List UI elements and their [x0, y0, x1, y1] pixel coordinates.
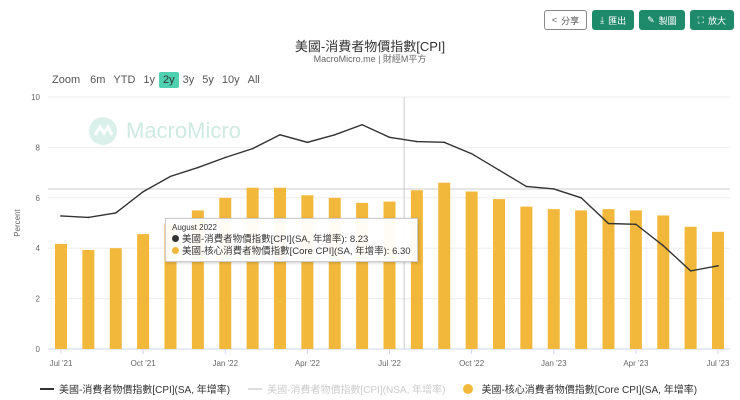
- point-cpi: [361, 123, 363, 126]
- point-cpi: [87, 216, 90, 219]
- tooltip-row-core: 美國-核心消費者物價指數[Core CPI](SA, 年增率): 6.30: [172, 246, 411, 258]
- bar-core-cpi: [547, 209, 560, 349]
- bar-core-cpi: [575, 210, 588, 349]
- legend-item-core-cpi[interactable]: 美國-核心消費者物價指數[Core CPI](SA, 年增率): [463, 381, 697, 396]
- y-tick-label: 8: [36, 143, 41, 152]
- point-cpi: [525, 185, 528, 188]
- bar-core-cpi: [493, 199, 505, 349]
- bar-core-cpi: [629, 210, 642, 349]
- point-cpi: [580, 197, 582, 199]
- point-cpi: [142, 190, 144, 193]
- tooltip-row-cpi: 美國-消費者物價指數[CPI](SA, 年增率): 8.23: [172, 234, 411, 246]
- bar-core-cpi: [602, 209, 615, 349]
- x-tick-label: Jul '23: [707, 359, 730, 368]
- line-icon: [40, 387, 54, 390]
- point-cpi: [169, 175, 172, 178]
- series-dot-icon: [172, 247, 179, 254]
- x-tick-label: Oct '21: [131, 359, 157, 368]
- x-tick-label: Jan '22: [212, 359, 238, 368]
- y-tick-label: 2: [36, 295, 41, 304]
- bar-core-cpi: [137, 234, 150, 349]
- tooltip-date: August 2022: [172, 223, 217, 232]
- line-icon: [248, 387, 263, 390]
- x-tick-label: Jul '21: [50, 359, 73, 368]
- point-cpi: [279, 134, 281, 136]
- bar-core-cpi: [520, 206, 533, 349]
- x-tick-label: Apr '23: [623, 359, 649, 368]
- legend-item-cpi-nsa[interactable]: 美國-消費者物價指數[CPI](NSA, 年增率): [248, 381, 445, 396]
- point-cpi: [498, 169, 500, 171]
- bar-core-cpi: [684, 226, 697, 349]
- y-tick-label: 6: [36, 194, 41, 203]
- bar-core-cpi: [438, 182, 451, 349]
- legend: 美國-消費者物價指數[CPI](SA, 年增率) 美國-消費者物價指數[CPI]…: [40, 381, 697, 396]
- y-tick-label: 10: [31, 93, 40, 102]
- point-cpi: [60, 215, 62, 217]
- bar-core-cpi: [410, 190, 423, 349]
- legend-item-cpi-sa[interactable]: 美國-消費者物價指數[CPI](SA, 年增率): [40, 381, 230, 396]
- circle-icon: [463, 383, 474, 394]
- point-cpi: [416, 140, 418, 143]
- x-tick-label: Oct '22: [459, 359, 485, 368]
- point-cpi: [306, 141, 309, 144]
- point-cpi: [689, 270, 692, 272]
- bar-core-cpi: [82, 249, 95, 349]
- point-cpi: [443, 141, 446, 144]
- x-tick-label: Apr '22: [295, 359, 321, 368]
- x-tick-label: Jul '22: [378, 359, 401, 368]
- y-tick-label: 4: [36, 244, 41, 253]
- x-tick-label: Jan '23: [541, 359, 567, 368]
- point-cpi: [470, 152, 473, 155]
- point-cpi: [114, 212, 117, 214]
- bar-core-cpi: [274, 187, 286, 349]
- point-cpi: [388, 136, 391, 139]
- tooltip: August 2022 美國-消費者物價指數[CPI](SA, 年增率): 8.…: [165, 218, 418, 262]
- point-cpi: [662, 244, 665, 247]
- point-cpi: [224, 156, 227, 159]
- point-cpi: [197, 166, 199, 169]
- chart-plot[interactable]: 0 2 4 6 8 10 Percent Jul '21 Oct '21 Jan '22 Apr '…: [0, 0, 740, 400]
- bar-core-cpi: [465, 191, 478, 349]
- y-tick-label: 0: [36, 345, 41, 354]
- point-cpi: [717, 265, 719, 267]
- point-cpi: [607, 222, 610, 225]
- point-cpi: [635, 223, 637, 226]
- bar-core-cpi: [55, 243, 67, 349]
- series-dot-icon: [172, 235, 179, 242]
- bar-core-cpi: [657, 215, 670, 349]
- point-cpi: [333, 134, 336, 136]
- bar-core-cpi: [712, 231, 724, 349]
- y-axis-title: Percent: [13, 208, 22, 236]
- point-cpi: [552, 188, 555, 190]
- point-cpi: [251, 147, 254, 150]
- bar-core-cpi: [246, 187, 259, 349]
- bar-core-cpi: [109, 248, 122, 349]
